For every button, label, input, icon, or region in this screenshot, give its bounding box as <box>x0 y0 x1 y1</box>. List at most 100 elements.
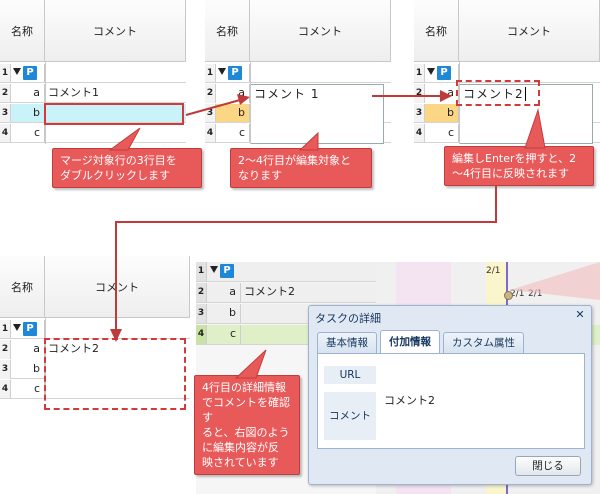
comment-label: コメント <box>324 392 376 440</box>
name-cell[interactable]: c <box>425 124 459 142</box>
comment-cell[interactable]: コメント2 <box>241 283 376 302</box>
name-cell[interactable]: P <box>11 320 45 338</box>
header-name[interactable]: 名称 <box>0 0 45 62</box>
name-cell[interactable]: P <box>216 64 250 82</box>
gantt-date-label: 2/1 <box>486 266 501 276</box>
name-value: b <box>33 106 40 119</box>
row-number: 2 <box>196 283 207 302</box>
project-tag-icon: P <box>23 66 37 80</box>
name-cell[interactable]: b <box>425 104 459 122</box>
header-comment[interactable]: コメント <box>459 0 600 62</box>
task-detail-dialog: タスクの詳細 ✕ 基本情報 付加情報 カスタム属性 URL コメント コメント2… <box>308 305 592 485</box>
row-number: 2 <box>0 84 11 102</box>
name-value: c <box>447 126 454 139</box>
close-icon[interactable]: ✕ <box>574 309 586 321</box>
row-number: 1 <box>414 64 425 82</box>
name-value: c <box>33 126 40 139</box>
tab-custom-attributes[interactable]: カスタム属性 <box>443 332 524 354</box>
name-cell[interactable]: P <box>11 64 45 82</box>
tab-basic-info[interactable]: 基本情報 <box>317 332 377 354</box>
row-number: 1 <box>205 64 216 82</box>
name-value: a <box>229 285 236 298</box>
name-cell[interactable]: a <box>207 283 241 302</box>
callout-step-3: 編集しEnterを押すと、2 ～4行目に反映されます <box>444 146 594 186</box>
dialog-tabs: 基本情報 付加情報 カスタム属性 <box>317 330 524 354</box>
edited-cell-highlight <box>456 80 540 106</box>
row-number: 4 <box>414 124 425 142</box>
comment-value[interactable]: コメント2 <box>384 392 435 408</box>
callout-step-1: マージ対象行の3行目を ダブルクリックします <box>52 148 202 188</box>
name-value: a <box>33 342 40 355</box>
name-cell[interactable]: b <box>11 104 45 122</box>
collapse-triangle-icon[interactable] <box>13 68 21 75</box>
header-name[interactable]: 名称 <box>414 0 459 62</box>
name-cell[interactable]: P <box>425 64 459 82</box>
close-button[interactable]: 閉じる <box>515 456 581 476</box>
project-tag-icon: P <box>220 264 234 278</box>
table-row[interactable]: 1 P <box>0 320 190 339</box>
row-number: 3 <box>414 104 425 122</box>
dialog-title: タスクの詳細 <box>315 312 381 325</box>
header-name[interactable]: 名称 <box>205 0 250 62</box>
row-number: 3 <box>0 104 11 122</box>
gantt-milestone-icon[interactable] <box>504 291 513 300</box>
collapse-triangle-icon[interactable] <box>427 68 435 75</box>
row-number: 4 <box>0 380 11 398</box>
url-label: URL <box>324 366 376 384</box>
header-comment[interactable]: コメント <box>45 0 186 62</box>
name-cell[interactable]: a <box>216 84 250 103</box>
dialog-body: URL コメント コメント2 <box>317 353 585 449</box>
name-cell[interactable]: a <box>425 84 459 103</box>
row-number: 4 <box>0 124 11 142</box>
merged-edit-cell[interactable]: コメント 1 <box>250 84 384 144</box>
name-cell[interactable]: a <box>11 84 45 102</box>
collapse-triangle-icon[interactable] <box>210 266 218 273</box>
project-tag-icon: P <box>228 66 242 80</box>
row-number: 3 <box>0 360 11 379</box>
header-comment[interactable]: コメント <box>250 0 391 62</box>
row-number: 2 <box>205 84 216 103</box>
comment-cell[interactable]: コメント1 <box>45 84 186 102</box>
table-row[interactable]: 4 c <box>0 124 186 143</box>
name-value: a <box>238 86 245 99</box>
collapse-triangle-icon[interactable] <box>218 68 226 75</box>
name-value: b <box>33 362 40 375</box>
tab-additional-info[interactable]: 付加情報 <box>380 330 440 354</box>
header-comment[interactable]: コメント <box>45 256 190 318</box>
name-value: c <box>229 327 236 340</box>
name-value: b <box>238 106 245 119</box>
name-value: b <box>229 306 236 319</box>
target-cell-highlight <box>44 103 184 125</box>
gantt-date-label: 2/1 <box>528 289 543 299</box>
callout-step-2: 2～4行目が編集対象と なります <box>230 148 372 188</box>
name-cell[interactable]: c <box>11 380 45 398</box>
callout-step-4: 4行目の詳細情報 でコメントを確認す ると、右図のよう に編集内容が反 映されて… <box>194 375 300 475</box>
row-number: 3 <box>196 304 207 323</box>
name-cell[interactable]: c <box>207 325 241 344</box>
name-value: c <box>238 126 245 139</box>
row-number: 2 <box>0 340 11 359</box>
name-value: b <box>447 106 454 119</box>
merged-cell-highlight <box>44 338 186 410</box>
table-row[interactable]: 2 a コメント2 <box>196 283 376 303</box>
name-cell[interactable]: c <box>11 124 45 142</box>
table-row[interactable]: 1 P <box>196 262 376 282</box>
row-number: 1 <box>196 262 207 281</box>
table-row[interactable]: 1 P <box>205 64 391 83</box>
name-cell[interactable]: c <box>216 124 250 142</box>
column-divider <box>250 62 251 144</box>
name-cell[interactable]: a <box>11 340 45 359</box>
row-number: 3 <box>205 104 216 122</box>
name-cell[interactable]: b <box>207 304 241 323</box>
name-value: a <box>447 86 454 99</box>
name-cell[interactable]: b <box>11 360 45 379</box>
collapse-triangle-icon[interactable] <box>13 324 21 331</box>
row-number: 2 <box>414 84 425 103</box>
table-row[interactable]: 1 P <box>0 64 186 83</box>
row-number: 4 <box>196 325 207 344</box>
project-tag-icon: P <box>437 66 451 80</box>
name-value: a <box>33 86 40 99</box>
header-name[interactable]: 名称 <box>0 256 45 318</box>
name-cell[interactable]: b <box>216 104 250 122</box>
table-row[interactable]: 2 a コメント1 <box>0 84 186 103</box>
